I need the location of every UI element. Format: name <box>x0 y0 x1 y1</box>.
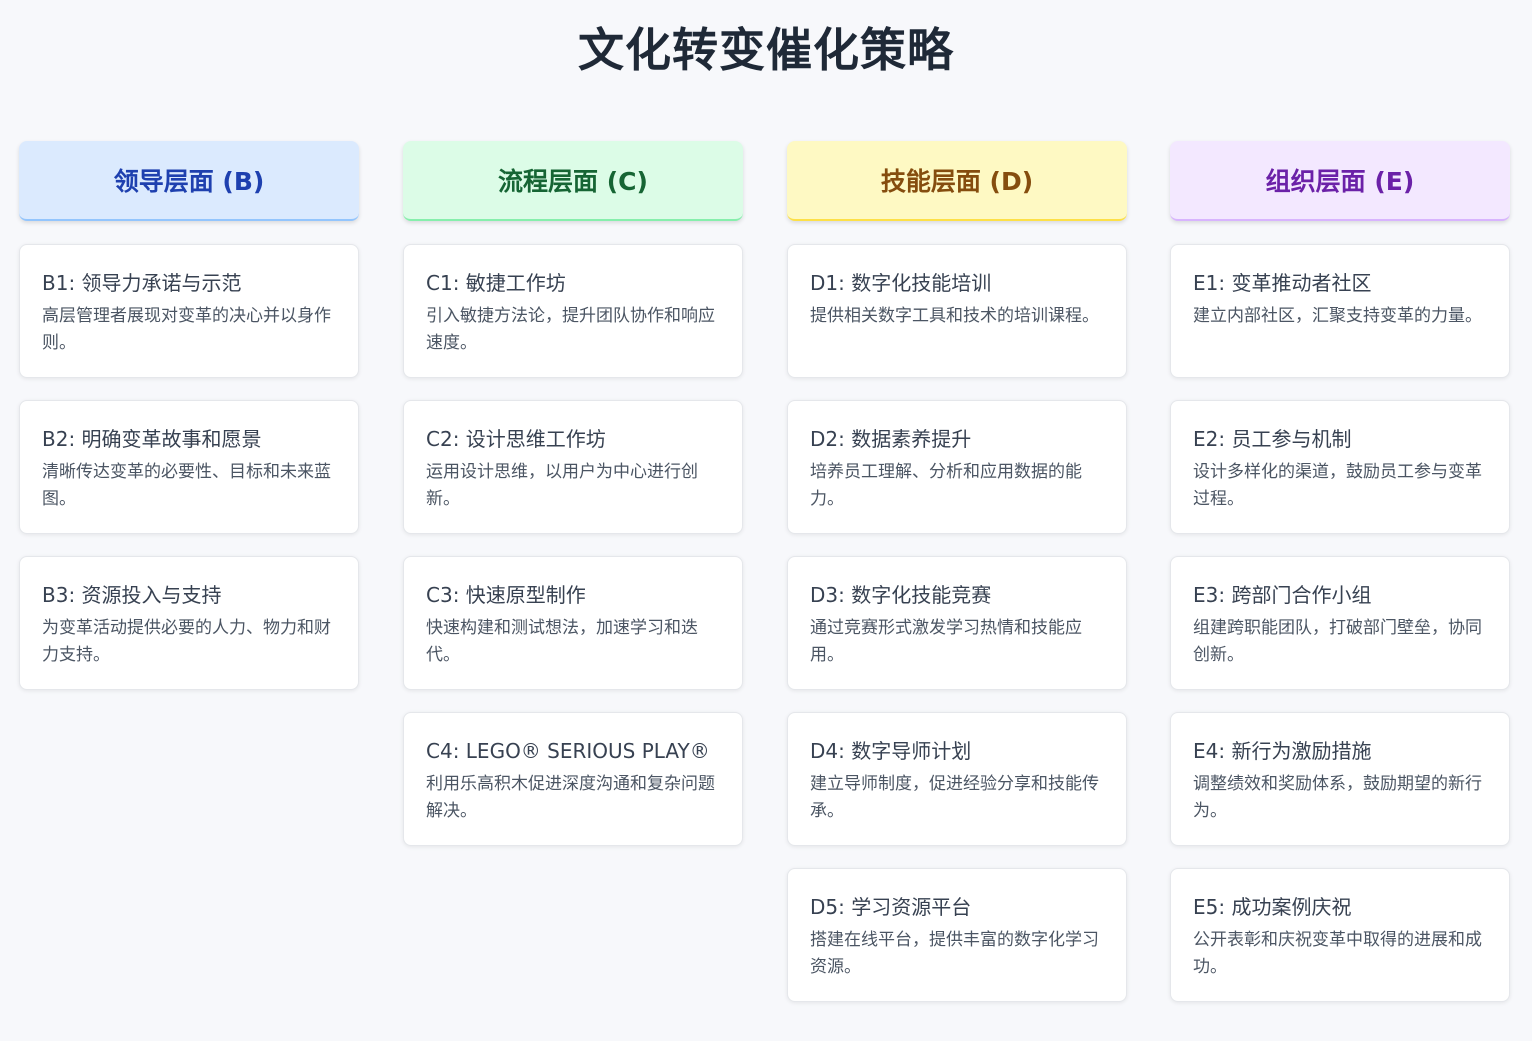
card-title: E1: 变革推动者社区 <box>1193 271 1372 295</box>
strategy-card-d1: D1: 数字化技能培训 提供相关数字工具和技术的培训课程。 <box>787 244 1127 378</box>
column-organization: 组织层面 (E) E1: 变革推动者社区 建立内部社区，汇聚支持变革的力量。 E… <box>1170 141 1510 1024</box>
card-title: C2: 设计思维工作坊 <box>426 427 606 451</box>
card-title: D4: 数字导师计划 <box>810 739 972 763</box>
strategy-card-e3: E3: 跨部门合作小组 组建跨职能团队，打破部门壁垒，协同创新。 <box>1170 556 1510 690</box>
card-description: 通过竞赛形式激发学习热情和技能应用。 <box>810 618 1082 665</box>
card-title: C4: LEGO® SERIOUS PLAY® <box>426 739 710 763</box>
strategy-card-e5: E5: 成功案例庆祝 公开表彰和庆祝变革中取得的进展和成功。 <box>1170 868 1510 1002</box>
card-description: 公开表彰和庆祝变革中取得的进展和成功。 <box>1193 930 1482 977</box>
card-title: B1: 领导力承诺与示范 <box>42 271 242 295</box>
card-title: D3: 数字化技能竞赛 <box>810 583 992 607</box>
card-title: D5: 学习资源平台 <box>810 895 972 919</box>
column-header-organization: 组织层面 (E) <box>1170 141 1510 221</box>
column-skills: 技能层面 (D) D1: 数字化技能培训 提供相关数字工具和技术的培训课程。 D… <box>787 141 1127 1024</box>
card-title: E2: 员工参与机制 <box>1193 427 1352 451</box>
column-header-process: 流程层面 (C) <box>403 141 743 221</box>
card-description: 利用乐高积木促进深度沟通和复杂问题解决。 <box>426 774 715 821</box>
card-title: E3: 跨部门合作小组 <box>1193 583 1372 607</box>
card-title: B2: 明确变革故事和愿景 <box>42 427 262 451</box>
card-description: 培养员工理解、分析和应用数据的能力。 <box>810 462 1082 509</box>
card-title: C3: 快速原型制作 <box>426 583 586 607</box>
card-title: E5: 成功案例庆祝 <box>1193 895 1352 919</box>
column-process: 流程层面 (C) C1: 敏捷工作坊 引入敏捷方法论，提升团队协作和响应速度。 … <box>403 141 743 868</box>
card-description: 提供相关数字工具和技术的培训课程。 <box>810 306 1099 326</box>
strategy-card-c2: C2: 设计思维工作坊 运用设计思维，以用户为中心进行创新。 <box>403 400 743 534</box>
strategy-card-d5: D5: 学习资源平台 搭建在线平台，提供丰富的数字化学习资源。 <box>787 868 1127 1002</box>
card-description: 运用设计思维，以用户为中心进行创新。 <box>426 462 698 509</box>
strategy-card-e2: E2: 员工参与机制 设计多样化的渠道，鼓励员工参与变革过程。 <box>1170 400 1510 534</box>
strategy-card-c4: C4: LEGO® SERIOUS PLAY® 利用乐高积木促进深度沟通和复杂问… <box>403 712 743 846</box>
card-description: 引入敏捷方法论，提升团队协作和响应速度。 <box>426 306 715 353</box>
column-leadership: 领导层面 (B) B1: 领导力承诺与示范 高层管理者展现对变革的决心并以身作则… <box>19 141 359 712</box>
card-description: 清晰传达变革的必要性、目标和未来蓝图。 <box>42 462 331 509</box>
page-title: 文化转变催化策略 <box>578 23 954 77</box>
card-description: 为变革活动提供必要的人力、物力和财力支持。 <box>42 618 331 665</box>
card-description: 调整绩效和奖励体系，鼓励期望的新行为。 <box>1193 774 1482 821</box>
card-title: D1: 数字化技能培训 <box>810 271 992 295</box>
card-description: 组建跨职能团队，打破部门壁垒，协同创新。 <box>1193 618 1482 665</box>
card-description: 设计多样化的渠道，鼓励员工参与变革过程。 <box>1193 462 1482 509</box>
strategy-card-d3: D3: 数字化技能竞赛 通过竞赛形式激发学习热情和技能应用。 <box>787 556 1127 690</box>
strategy-card-c1: C1: 敏捷工作坊 引入敏捷方法论，提升团队协作和响应速度。 <box>403 244 743 378</box>
card-description: 高层管理者展现对变革的决心并以身作则。 <box>42 306 331 353</box>
strategy-card-d4: D4: 数字导师计划 建立导师制度，促进经验分享和技能传承。 <box>787 712 1127 846</box>
strategy-card-b3: B3: 资源投入与支持 为变革活动提供必要的人力、物力和财力支持。 <box>19 556 359 690</box>
card-title: D2: 数据素养提升 <box>810 427 972 451</box>
strategy-card-b1: B1: 领导力承诺与示范 高层管理者展现对变革的决心并以身作则。 <box>19 244 359 378</box>
card-description: 搭建在线平台，提供丰富的数字化学习资源。 <box>810 930 1099 977</box>
card-title: B3: 资源投入与支持 <box>42 583 222 607</box>
strategy-card-b2: B2: 明确变革故事和愿景 清晰传达变革的必要性、目标和未来蓝图。 <box>19 400 359 534</box>
card-description: 建立导师制度，促进经验分享和技能传承。 <box>810 774 1099 821</box>
column-header-leadership: 领导层面 (B) <box>19 141 359 221</box>
card-description: 建立内部社区，汇聚支持变革的力量。 <box>1193 306 1482 326</box>
strategy-card-d2: D2: 数据素养提升 培养员工理解、分析和应用数据的能力。 <box>787 400 1127 534</box>
strategy-card-e4: E4: 新行为激励措施 调整绩效和奖励体系，鼓励期望的新行为。 <box>1170 712 1510 846</box>
card-description: 快速构建和测试想法，加速学习和迭代。 <box>426 618 698 665</box>
strategy-card-e1: E1: 变革推动者社区 建立内部社区，汇聚支持变革的力量。 <box>1170 244 1510 378</box>
strategy-card-c3: C3: 快速原型制作 快速构建和测试想法，加速学习和迭代。 <box>403 556 743 690</box>
card-title: C1: 敏捷工作坊 <box>426 271 566 295</box>
column-header-skills: 技能层面 (D) <box>787 141 1127 221</box>
card-title: E4: 新行为激励措施 <box>1193 739 1372 763</box>
